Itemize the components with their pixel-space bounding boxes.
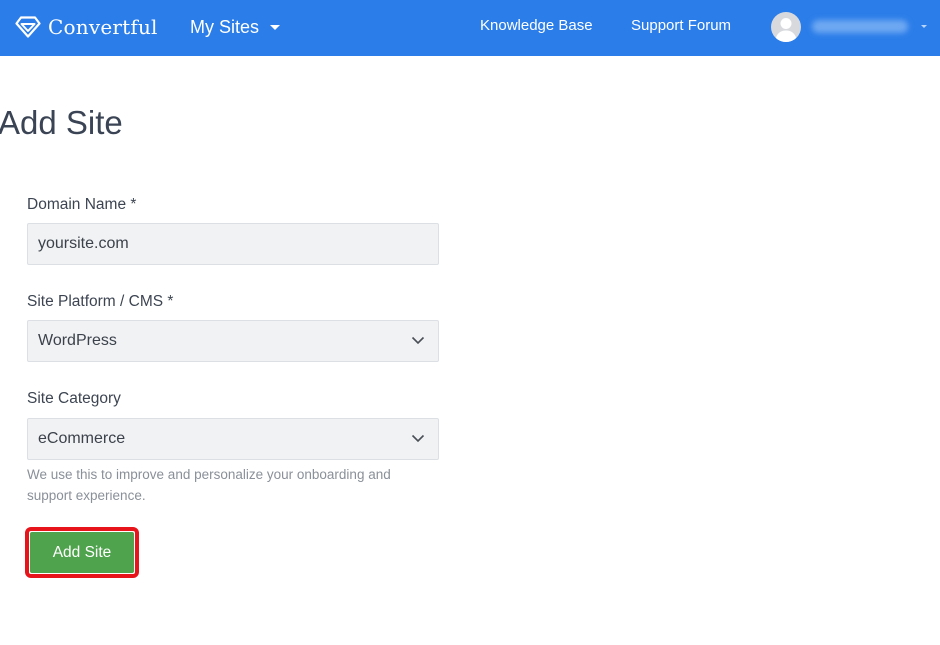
site-category-help-text: We use this to improve and personalize y… (27, 467, 391, 503)
domain-name-label: Domain Name * (27, 196, 137, 213)
site-platform-selected-value: WordPress (38, 332, 117, 349)
chevron-down-icon (411, 434, 425, 443)
nav-support-forum-link[interactable]: Support Forum (631, 17, 731, 34)
blurred-user-name[interactable] (812, 20, 908, 33)
add-site-button[interactable]: Add Site (30, 532, 134, 573)
my-sites-label: My Sites (190, 16, 260, 37)
user-menu-caret-icon[interactable] (921, 25, 927, 28)
site-platform-label: Site Platform / CMS * (27, 293, 174, 310)
site-category-selected-value: eCommerce (38, 430, 126, 447)
top-navigation-bar: Convertful My Sites Knowledge Base Suppo… (0, 0, 940, 56)
page-title: Add Site (0, 104, 123, 141)
diamond-logo-icon (15, 16, 41, 38)
site-category-label: Site Category (27, 390, 121, 407)
site-category-select[interactable]: eCommerce (27, 418, 439, 460)
user-avatar-icon[interactable] (771, 12, 801, 42)
brand-name: Convertful (48, 15, 158, 39)
domain-name-input[interactable]: yoursite.com (27, 223, 439, 265)
caret-down-icon (270, 24, 281, 30)
my-sites-dropdown[interactable]: My Sites (190, 14, 281, 40)
domain-name-value: yoursite.com (38, 235, 129, 252)
site-platform-select[interactable]: WordPress (27, 320, 439, 362)
chevron-down-icon (411, 336, 425, 345)
brand-logo[interactable]: Convertful (15, 12, 158, 42)
nav-knowledge-base-link[interactable]: Knowledge Base (480, 17, 593, 34)
